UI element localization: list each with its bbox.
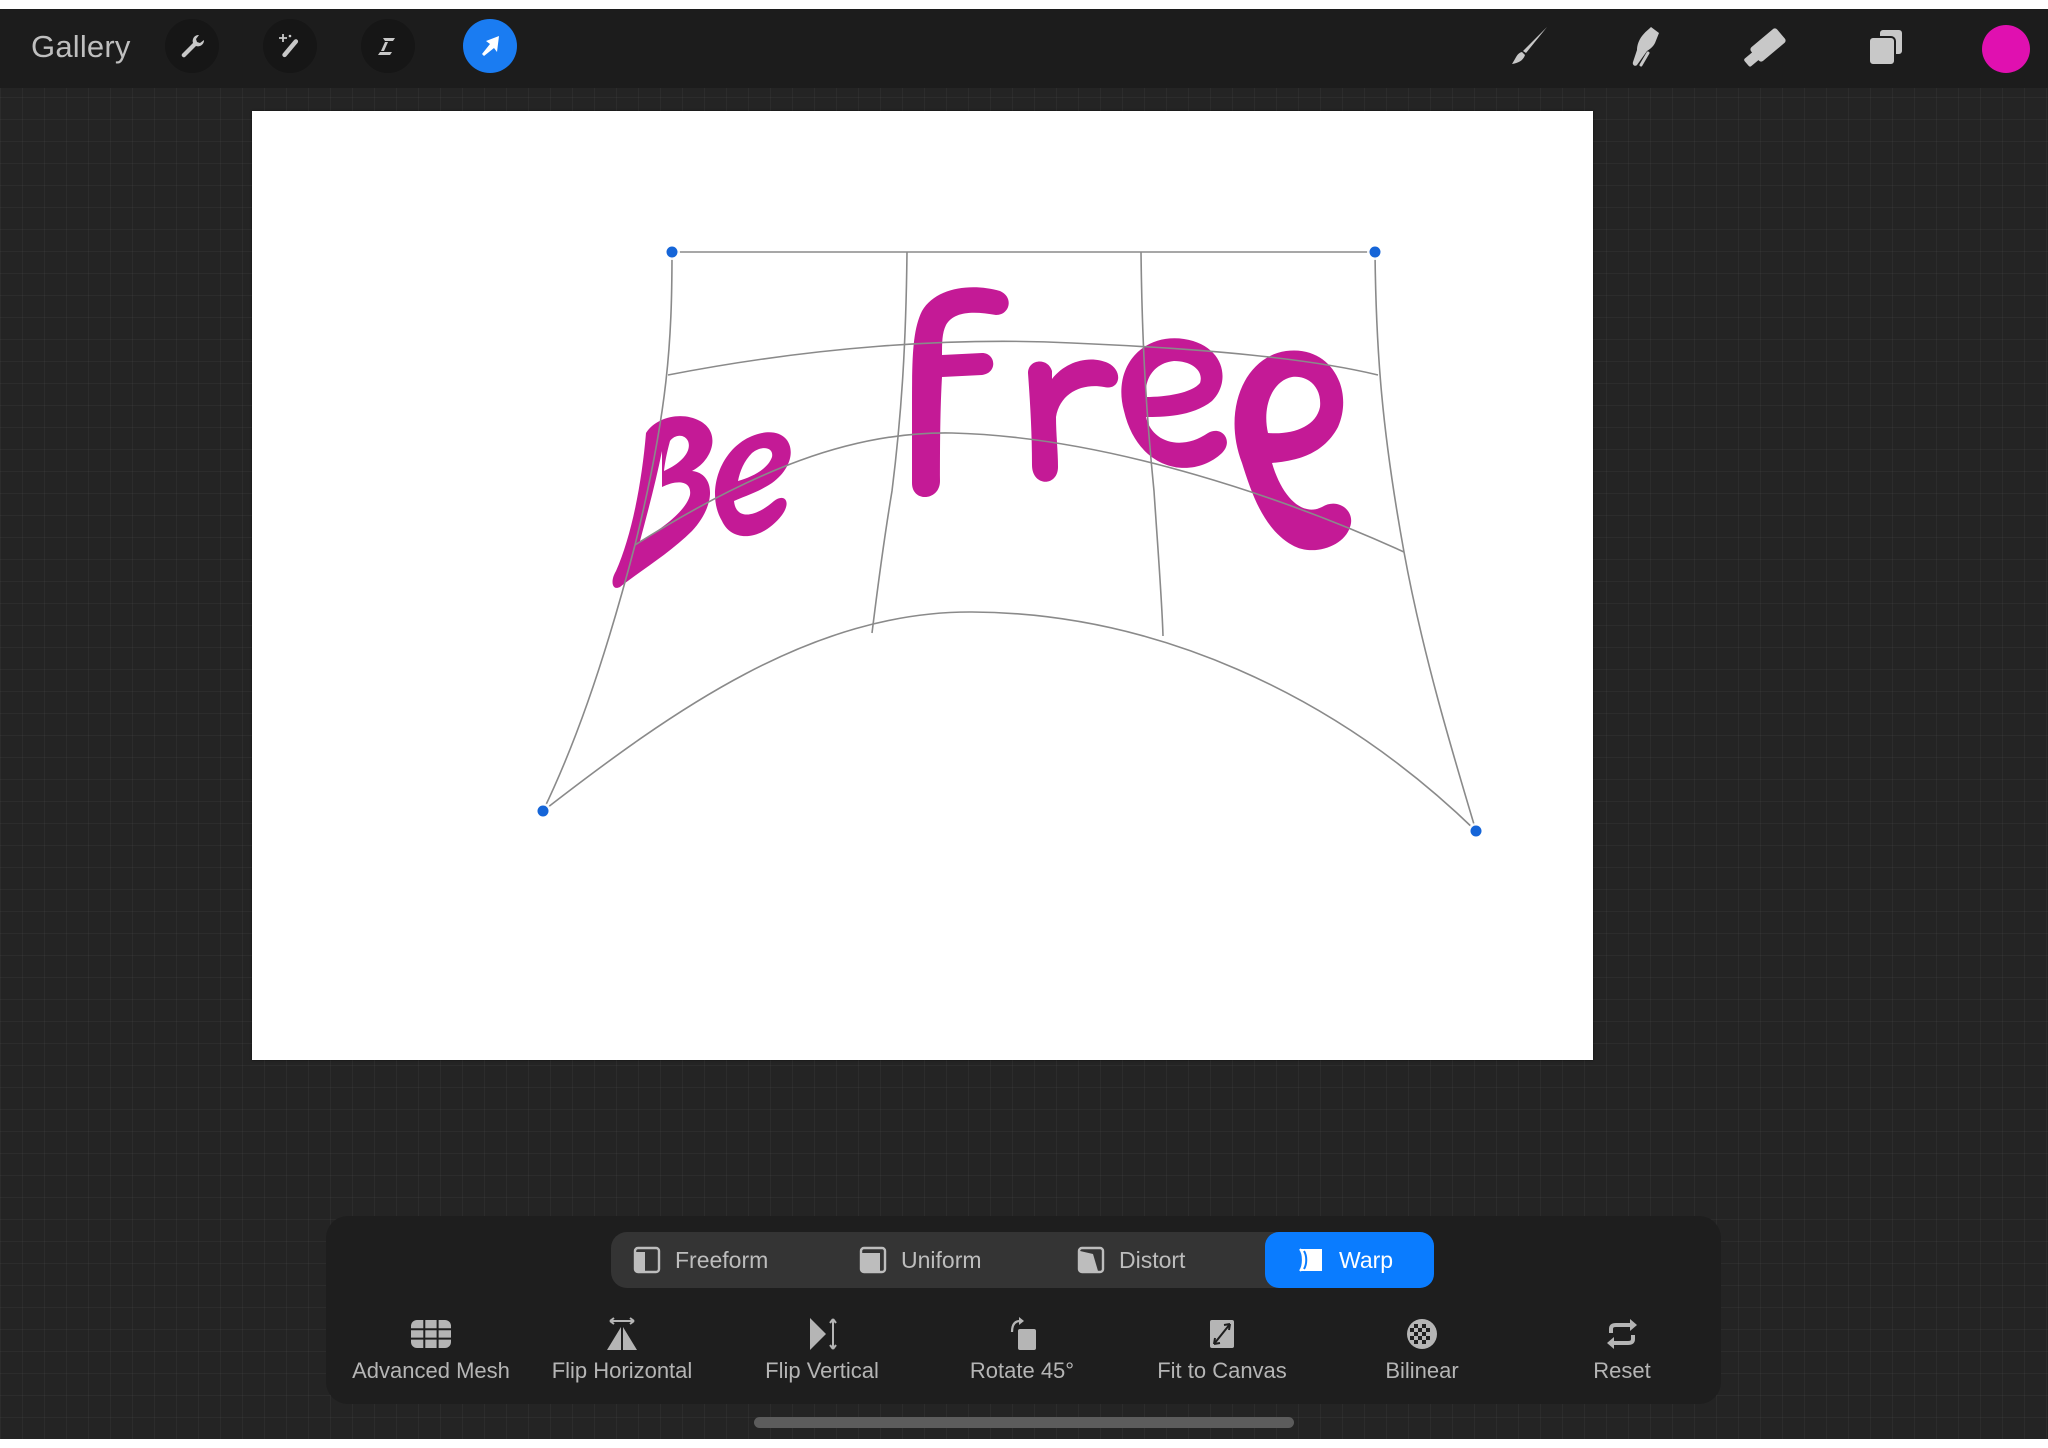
mesh-grid-icon <box>411 1320 451 1348</box>
mode-uniform[interactable]: Uniform <box>859 1232 1019 1288</box>
mesh-left-edge <box>542 251 673 812</box>
handle-bottom-right[interactable] <box>1468 823 1484 839</box>
selection-s-icon <box>378 38 395 55</box>
advanced-mesh-label: Advanced Mesh <box>352 1358 510 1383</box>
gallery-button[interactable]: Gallery <box>31 29 131 65</box>
warped-text-artwork <box>612 287 1352 588</box>
mode-warp[interactable]: Warp <box>1265 1232 1434 1288</box>
mode-uniform-label: Uniform <box>901 1246 982 1273</box>
mode-distort[interactable]: Distort <box>1077 1232 1227 1288</box>
letter-B <box>612 416 713 588</box>
letter-e-2 <box>1121 338 1227 468</box>
procreate-app: Gallery Freeform Uniform Distort Warp Ad… <box>0 9 2048 1439</box>
bilinear-label: Bilinear <box>1385 1358 1459 1383</box>
home-indicator[interactable] <box>754 1417 1294 1428</box>
distort-icon <box>1077 1246 1105 1274</box>
rotate-45-label: Rotate 45° <box>969 1358 1075 1383</box>
eraser-icon <box>1744 28 1786 67</box>
paint-button[interactable] <box>1499 20 1555 76</box>
uniform-icon <box>859 1246 887 1274</box>
flip-horizontal-button[interactable]: Flip Horizontal <box>522 1316 722 1384</box>
reset-button[interactable]: Reset <box>1522 1316 1722 1384</box>
handle-bottom-left[interactable] <box>535 803 551 819</box>
advanced-mesh-button[interactable]: Advanced Mesh <box>331 1316 531 1384</box>
rotate-45-button[interactable]: Rotate 45° <box>922 1316 1122 1384</box>
mode-warp-label: Warp <box>1339 1246 1394 1273</box>
color-picker-button[interactable] <box>1982 25 2030 73</box>
mode-distort-label: Distort <box>1119 1246 1186 1273</box>
mode-freeform[interactable]: Freeform <box>633 1232 803 1288</box>
smudge-finger-icon <box>1632 27 1659 67</box>
arrow-cursor-icon <box>482 36 499 56</box>
letter-e-3 <box>1234 350 1352 551</box>
erase-button[interactable] <box>1738 20 1794 76</box>
bilinear-button[interactable]: Bilinear <box>1322 1316 1522 1384</box>
top-toolbar: Gallery <box>0 9 2048 88</box>
canvas-artwork <box>535 244 1484 839</box>
freeform-icon <box>633 1246 661 1274</box>
selection-button[interactable] <box>361 19 415 73</box>
adjustments-button[interactable] <box>263 19 317 73</box>
reset-icon <box>1607 1319 1637 1349</box>
flip-horizontal-label: Flip Horizontal <box>551 1358 693 1383</box>
magic-wand-icon <box>279 34 299 58</box>
rotate-icon <box>1010 1317 1036 1350</box>
drawing-canvas[interactable] <box>252 111 1593 1060</box>
transform-button[interactable] <box>463 19 517 73</box>
transform-panel: Freeform Uniform Distort Warp Advanced M… <box>326 1216 1721 1404</box>
layers-icon <box>1868 28 1904 66</box>
bilinear-icon <box>1407 1319 1437 1349</box>
letter-r <box>1028 359 1119 482</box>
mesh-right-edge <box>1374 251 1477 832</box>
warp-icon <box>1299 1248 1322 1272</box>
fit-to-canvas-button[interactable]: Fit to Canvas <box>1122 1316 1322 1384</box>
artwork-word-be <box>612 416 791 588</box>
fit-to-canvas-label: Fit to Canvas <box>1157 1358 1287 1383</box>
mesh-column-line-1 <box>871 251 908 634</box>
mesh-bottom-edge <box>542 611 1477 832</box>
wrench-icon <box>181 34 205 58</box>
smudge-button[interactable] <box>1618 20 1674 76</box>
letter-f <box>912 287 1009 498</box>
handle-top-right[interactable] <box>1367 244 1383 260</box>
artwork-word-free <box>912 287 1352 551</box>
transform-mode-selector: Freeform Uniform Distort Warp <box>611 1232 1434 1288</box>
mode-freeform-label: Freeform <box>675 1246 769 1273</box>
letter-e-1 <box>715 432 791 537</box>
flip-horizontal-icon <box>607 1317 637 1350</box>
flip-vertical-button[interactable]: Flip Vertical <box>722 1316 922 1384</box>
flip-vertical-icon <box>810 1318 837 1350</box>
actions-button[interactable] <box>165 19 219 73</box>
reset-label: Reset <box>1593 1358 1651 1383</box>
layers-button[interactable] <box>1858 20 1914 76</box>
brush-icon <box>1512 27 1547 64</box>
fit-to-canvas-icon <box>1210 1320 1234 1348</box>
handle-top-left[interactable] <box>664 244 680 260</box>
flip-vertical-label: Flip Vertical <box>765 1358 879 1383</box>
